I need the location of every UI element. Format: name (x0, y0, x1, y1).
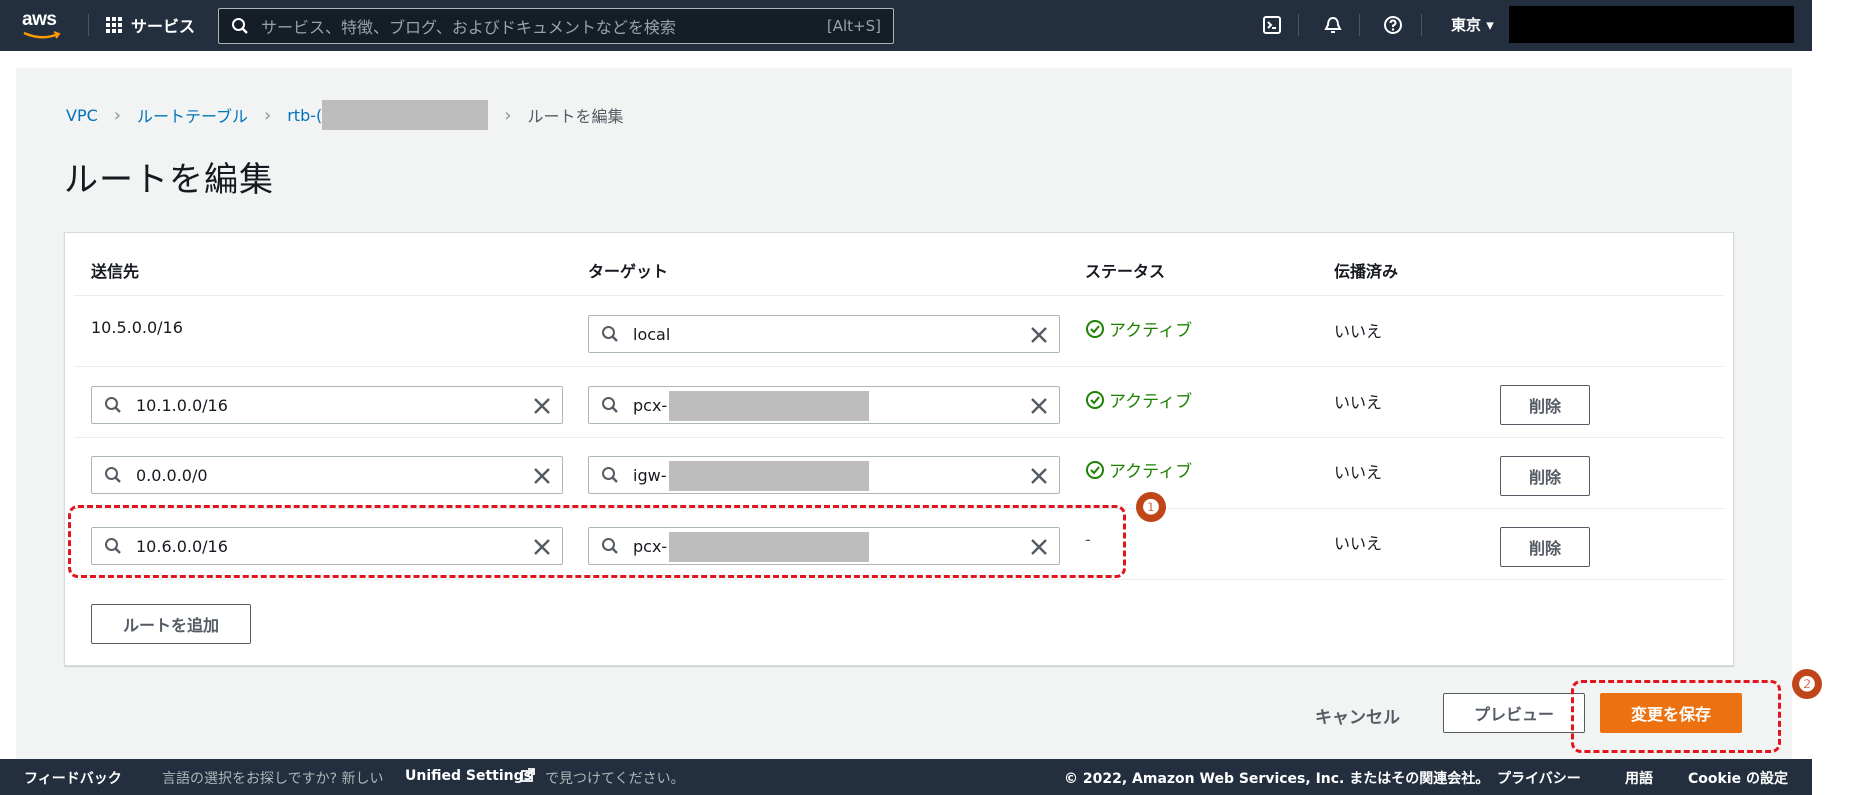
aws-logo-text: aws (22, 9, 57, 30)
annotation-marker-2: ❷ (1792, 669, 1822, 699)
status-ok-icon (1086, 460, 1104, 479)
aws-logo[interactable]: aws (22, 9, 66, 43)
cloudshell-icon[interactable] (1260, 13, 1284, 37)
search-icon (602, 467, 618, 483)
language-notice: 言語の選択をお探しですか? 新しい (162, 771, 384, 787)
preview-button[interactable]: プレビュー (1443, 693, 1585, 733)
global-search-input[interactable]: サービス、特徴、ブログ、およびドキュメントなどを検索 [Alt+S] (218, 8, 894, 44)
status-badge: アクティブ (1085, 316, 1192, 341)
services-grid-icon (106, 17, 122, 33)
account-menu-redacted[interactable] (1509, 6, 1794, 43)
routes-table-card (64, 232, 1734, 666)
search-icon (105, 467, 121, 483)
search-icon (602, 397, 618, 413)
route-target-input[interactable]: igw- (588, 456, 1060, 494)
target-value: pcx- (633, 395, 668, 415)
propagated-text: いいえ (1334, 393, 1383, 412)
propagated-text: いいえ (1334, 322, 1383, 341)
services-menu[interactable]: サービス (106, 13, 195, 37)
clear-icon[interactable] (1029, 396, 1049, 416)
aws-smile-icon (23, 31, 61, 39)
nav-divider (1421, 14, 1422, 36)
chevron-right-icon: › (113, 104, 121, 126)
breadcrumb-vpc[interactable]: VPC (66, 106, 98, 125)
row-divider (74, 295, 1724, 296)
search-icon (602, 326, 618, 342)
route-target-input[interactable]: pcx- (588, 386, 1060, 424)
search-shortcut: [Alt+S] (826, 17, 881, 35)
nav-divider (88, 14, 89, 36)
terms-link[interactable]: 用語 (1625, 768, 1653, 788)
copyright-text: © 2022, Amazon Web Services, Inc. またはその関… (1064, 771, 1490, 787)
breadcrumb-current: ルートを編集 (527, 107, 624, 126)
cancel-button[interactable]: キャンセル (1315, 703, 1400, 728)
column-header-status: ステータス (1085, 262, 1166, 281)
propagated-text: いいえ (1334, 534, 1383, 553)
remove-route-button[interactable]: 削除 (1500, 456, 1590, 496)
language-notice-suffix: で見つけてください。 (545, 771, 685, 787)
breadcrumb: VPC › ルートテーブル › rtb-( › ルートを編集 (66, 100, 623, 130)
clear-icon[interactable] (532, 396, 552, 416)
cookie-settings-link[interactable]: Cookie の設定 (1688, 768, 1788, 788)
annotation-marker-1: ❶ (1136, 492, 1166, 522)
target-value: igw- (633, 465, 667, 485)
region-selector[interactable]: 東京 ▾ (1451, 14, 1494, 35)
row-divider (74, 579, 1724, 580)
clear-icon[interactable] (1029, 325, 1049, 345)
destination-value: 0.0.0.0/0 (136, 465, 208, 485)
column-header-destination: 送信先 (91, 262, 140, 281)
top-navigation: aws サービス サービス、特徴、ブログ、およびドキュメントなどを検索 [Alt… (0, 0, 1812, 51)
remove-route-button[interactable]: 削除 (1500, 385, 1590, 425)
search-icon (105, 397, 121, 413)
chevron-right-icon: › (504, 104, 512, 126)
redacted-id (669, 391, 869, 421)
destination-value: 10.1.0.0/16 (136, 395, 228, 415)
status-text: アクティブ (1109, 321, 1193, 341)
search-icon (232, 18, 248, 34)
unified-settings-link[interactable]: Unified Settings (405, 768, 532, 784)
status-badge: アクティブ (1085, 457, 1192, 482)
propagated-text: いいえ (1334, 463, 1383, 482)
help-icon[interactable] (1381, 13, 1405, 37)
feedback-link[interactable]: フィードバック (24, 768, 122, 788)
status-text: アクティブ (1109, 392, 1193, 412)
target-value: local (633, 324, 671, 344)
row-divider (74, 437, 1724, 438)
nav-divider (1298, 14, 1299, 36)
notifications-icon[interactable] (1321, 13, 1345, 37)
add-route-button[interactable]: ルートを追加 (91, 604, 251, 644)
annotation-callout-2 (1571, 680, 1781, 753)
breadcrumb-route-tables[interactable]: ルートテーブル (137, 103, 248, 127)
chevron-right-icon: › (264, 104, 272, 126)
search-placeholder: サービス、特徴、ブログ、およびドキュメントなどを検索 (261, 18, 676, 37)
services-label: サービス (131, 17, 196, 36)
route-destination-text: 10.5.0.0/16 (91, 318, 183, 337)
breadcrumb-route-table-id[interactable]: rtb-( (287, 106, 322, 125)
nav-divider (1359, 14, 1360, 36)
page-title: ルートを編集 (64, 160, 274, 200)
annotation-callout-1 (68, 505, 1126, 578)
external-link-icon (520, 767, 536, 787)
footer: フィードバック 言語の選択をお探しですか? 新しい Unified Settin… (0, 759, 1812, 795)
route-destination-input[interactable]: 10.1.0.0/16 (91, 386, 563, 424)
status-ok-icon (1086, 319, 1104, 338)
clear-icon[interactable] (532, 466, 552, 486)
row-divider (74, 366, 1724, 367)
status-text: アクティブ (1109, 462, 1193, 482)
route-destination-input[interactable]: 0.0.0.0/0 (91, 456, 563, 494)
column-header-target: ターゲット (588, 262, 669, 281)
status-ok-icon (1086, 390, 1104, 409)
redacted-id (669, 461, 869, 491)
route-target-input[interactable]: local (588, 315, 1060, 353)
status-badge: アクティブ (1085, 387, 1192, 412)
redacted-id (322, 100, 489, 130)
remove-route-button[interactable]: 削除 (1500, 527, 1590, 567)
column-header-propagated: 伝播済み (1334, 262, 1399, 281)
privacy-link[interactable]: プライバシー (1497, 768, 1581, 788)
clear-icon[interactable] (1029, 466, 1049, 486)
